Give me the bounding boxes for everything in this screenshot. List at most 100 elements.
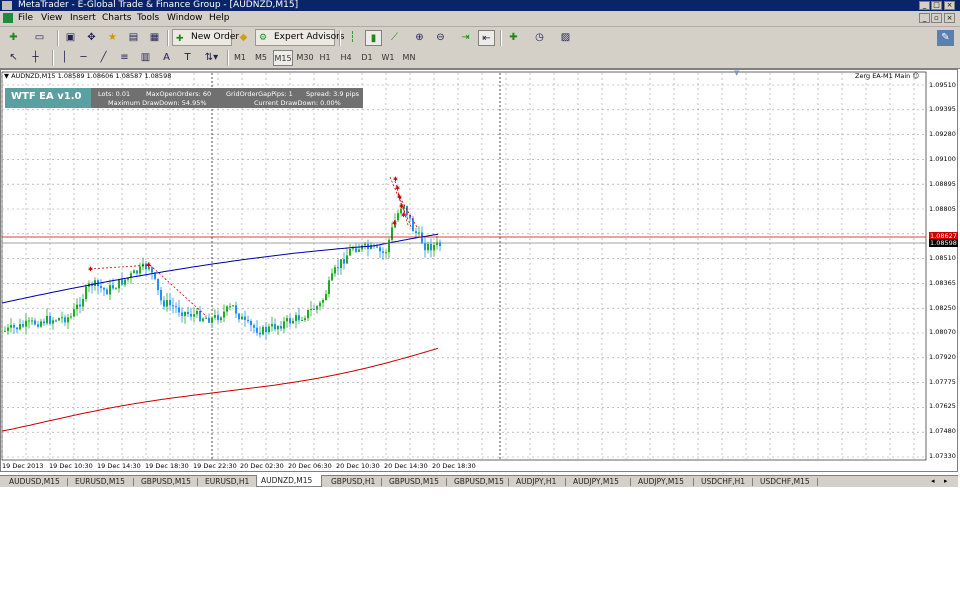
data-window-icon[interactable]: ✥ (83, 30, 100, 46)
candle-body (238, 313, 240, 320)
tf-m15[interactable]: M15 (273, 50, 293, 66)
text-icon[interactable]: A (158, 50, 175, 66)
chart-shift-icon[interactable]: ⇥ (457, 30, 474, 46)
fibonacci-icon[interactable]: ▥ (137, 50, 154, 66)
candle-body (181, 312, 183, 316)
ea-max-open: MaxOpenOrders: 60 (146, 90, 212, 98)
price-label: 1.09510 (929, 81, 956, 89)
shift-marker-icon[interactable]: ▼ (734, 69, 739, 77)
expert-advisors-button[interactable]: ⚙ Expert Advisors (255, 29, 344, 46)
periods-icon[interactable]: ◷ (531, 30, 548, 46)
tf-m1[interactable]: M1 (231, 50, 249, 66)
menu-file[interactable]: File (18, 12, 33, 25)
price-label: 1.07775 (929, 378, 956, 386)
candles (4, 203, 441, 340)
tab-usdchf-h1[interactable]: USDCHF,H1 (697, 476, 749, 487)
fast-moving-average (1, 233, 439, 304)
tf-d1[interactable]: D1 (358, 50, 376, 66)
arrows-icon[interactable]: ⇅▾ (203, 50, 220, 66)
new-order-button[interactable]: ✚ New Order (172, 29, 239, 46)
autoscroll-icon[interactable]: ⇤ (478, 30, 495, 46)
zoom-in-icon[interactable]: ⊕ (411, 30, 428, 46)
tab-audnzd-m15[interactable]: AUDNZD,M15 (256, 475, 322, 487)
tf-h1[interactable]: H1 (316, 50, 334, 66)
price-label: 1.08070 (929, 328, 956, 336)
menu-view[interactable]: View (41, 12, 62, 25)
tab-eurusd-m15[interactable]: EURUSD,M15 (71, 476, 129, 487)
candle-body (76, 304, 78, 310)
candle-body (64, 317, 66, 323)
tab-gbpusd-m15[interactable]: GBPUSD,M15 (137, 476, 195, 487)
candlestick-icon[interactable]: ▮ (365, 30, 382, 46)
tab-audjpy-m15[interactable]: AUDJPY,M15 (569, 476, 623, 487)
title-bar: MetaTrader - E-Global Trade & Finance Gr… (0, 0, 960, 11)
child-minimize-button[interactable]: _ (919, 13, 930, 23)
child-close-button[interactable]: × (944, 13, 955, 23)
tab-scroll-right-icon[interactable]: ▸ (944, 476, 948, 486)
menu-tools[interactable]: Tools (137, 12, 159, 25)
tab-eurusd-h1[interactable]: EURUSD,H1 (201, 476, 253, 487)
slow-moving-average (1, 347, 439, 432)
chart-header: ▼ AUDNZD,M15 1.08589 1.08606 1.08587 1.0… (4, 72, 171, 80)
menu-insert[interactable]: Insert (70, 12, 96, 25)
tab-usdchf-m15[interactable]: USDCHF,M15 (756, 476, 814, 487)
close-button[interactable]: × (944, 1, 955, 10)
tab-scroll-left-icon[interactable]: ◂ (931, 476, 935, 486)
indicators-icon[interactable]: ✚ (505, 30, 522, 46)
tab-gbpusd-m15[interactable]: GBPUSD,M15 (450, 476, 508, 487)
line-chart-icon[interactable]: ⟋ (386, 30, 403, 46)
label-icon[interactable]: T (179, 50, 196, 66)
crosshair-icon[interactable]: ┼ (27, 50, 44, 66)
tab-audusd-m15[interactable]: AUDUSD,M15 (5, 476, 64, 487)
menu-charts[interactable]: Charts (102, 12, 131, 25)
candle-body (385, 252, 387, 254)
menu-window[interactable]: Window (167, 12, 203, 25)
candle-body (379, 247, 381, 252)
candle-body (103, 287, 105, 290)
zoom-out-icon[interactable]: ⊖ (432, 30, 449, 46)
tab-gbpusd-h1[interactable]: GBPUSD,H1 (327, 476, 379, 487)
tf-m5[interactable]: M5 (252, 50, 270, 66)
trendline-icon[interactable]: ╱ (95, 50, 112, 66)
tf-m30[interactable]: M30 (295, 50, 315, 66)
candle-body (94, 280, 96, 286)
chart-tabs: AUDUSD,M15 EURUSD,M15 GBPUSD,M15 EURUSD,… (0, 475, 958, 487)
candle-body (19, 324, 21, 330)
new-order-label: New Order (191, 32, 240, 42)
maximize-button[interactable]: □ (931, 1, 942, 10)
tf-h4[interactable]: H4 (337, 50, 355, 66)
market-watch-icon[interactable]: ▣ (62, 30, 79, 46)
child-restore-button[interactable]: ▫ (931, 13, 942, 23)
candle-body (202, 318, 204, 322)
bar-chart-icon[interactable]: ┆ (344, 30, 361, 46)
horizontal-line-icon[interactable]: ─ (75, 50, 92, 66)
metaeditor-icon[interactable]: ◆ (235, 30, 252, 46)
profiles-icon[interactable]: ▭ (31, 30, 48, 46)
expert-advisors-label: Expert Advisors (274, 32, 345, 42)
candle-body (319, 302, 321, 307)
price-chart[interactable]: ✱ ✱ ✱ ✱ ✱ ✱ ✱ ✱ (0, 69, 958, 472)
candle-body (358, 249, 360, 252)
candle-body (298, 315, 300, 321)
vertical-line-icon[interactable]: │ (56, 50, 73, 66)
terminal-icon[interactable]: ▤ (125, 30, 142, 46)
templates-icon[interactable]: ▨ (557, 30, 574, 46)
price-label: 1.07625 (929, 402, 956, 410)
time-label: 19 Dec 14:30 (97, 462, 141, 470)
cursor-icon[interactable]: ↖ (5, 50, 22, 66)
candle-body (217, 315, 219, 321)
toolbar-options-icon[interactable]: ✎ (937, 30, 954, 46)
tab-audjpy-m15[interactable]: AUDJPY,M15 (634, 476, 688, 487)
navigator-icon[interactable]: ★ (104, 30, 121, 46)
minimize-button[interactable]: _ (919, 1, 930, 10)
tf-w1[interactable]: W1 (379, 50, 397, 66)
strategy-tester-icon[interactable]: ▦ (146, 30, 163, 46)
tab-audjpy-h1[interactable]: AUDJPY,H1 (512, 476, 560, 487)
tf-mn[interactable]: MN (400, 50, 418, 66)
menu-help[interactable]: Help (209, 12, 230, 25)
new-chart-icon[interactable]: ✚ (5, 30, 22, 46)
tab-separator (752, 478, 753, 486)
candle-body (58, 318, 60, 321)
tab-gbpusd-m15[interactable]: GBPUSD,M15 (385, 476, 443, 487)
channel-icon[interactable]: ≡ (116, 50, 133, 66)
